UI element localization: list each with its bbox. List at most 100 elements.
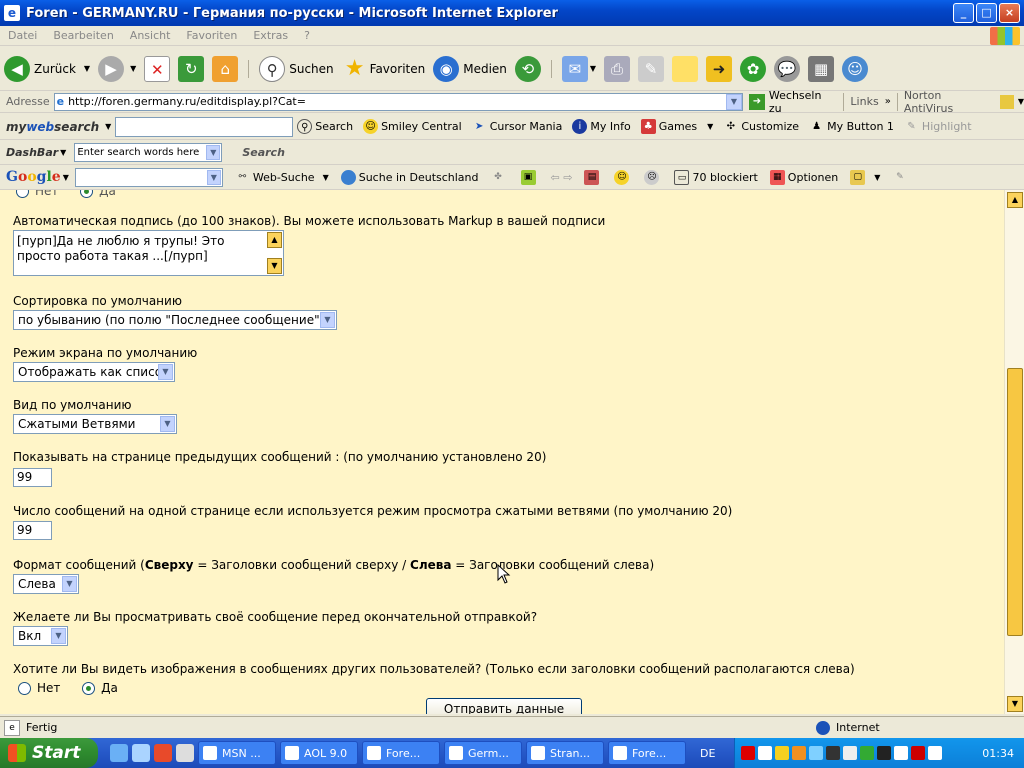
highlight-button[interactable]: ✎ Highlight <box>904 119 971 134</box>
dashbar-dropdown-icon[interactable]: ▼ <box>60 148 66 157</box>
task-msn[interactable]: MSN ... <box>198 741 276 765</box>
frown-icon[interactable]: ☹ <box>644 169 662 185</box>
mws-dropdown-icon[interactable]: ▼ <box>105 122 111 131</box>
games-button[interactable]: ♣ Games ▼ <box>640 119 713 134</box>
tray-icon[interactable] <box>792 746 806 760</box>
stop-icon[interactable]: ✕ <box>144 55 171 82</box>
per-page-input[interactable]: 99 <box>13 521 52 540</box>
task-stran[interactable]: Stran... <box>526 741 604 765</box>
dashbar-search-input[interactable]: Enter search words here ▼ <box>74 142 223 162</box>
tray-icon[interactable] <box>843 746 857 760</box>
games-dropdown-icon[interactable]: ▼ <box>707 122 713 131</box>
print-icon[interactable]: ⎙ <box>604 55 631 82</box>
tray-icon[interactable] <box>809 746 823 760</box>
mws-search-input[interactable] <box>115 116 294 137</box>
images-radio-no[interactable] <box>18 682 31 695</box>
preview-select[interactable]: Вкл ▼ <box>13 626 68 646</box>
top-radio-no[interactable] <box>16 190 29 198</box>
web-search-button[interactable]: ⚯ Web-Suche ▼ <box>235 170 329 185</box>
textarea-scroll-down-icon[interactable]: ▼ <box>267 258 282 274</box>
tray-icon[interactable] <box>877 746 891 760</box>
textarea-scroll-up-icon[interactable]: ▲ <box>267 232 282 248</box>
folder-icon[interactable]: ▢ ▼ <box>850 169 880 185</box>
images-radio-yes[interactable] <box>82 682 96 695</box>
smiley-icon[interactable]: ☺ <box>614 169 632 185</box>
options-button[interactable]: ▦ Optionen <box>769 169 838 185</box>
menu-bearbeiten[interactable]: Bearbeiten <box>45 29 121 42</box>
refresh-icon[interactable]: ↻ <box>178 55 205 82</box>
dashbar-input-dropdown-icon[interactable]: ▼ <box>206 144 221 160</box>
task-foren-2[interactable]: Fore... <box>608 741 686 765</box>
format-select[interactable]: Слева ▼ <box>13 574 79 594</box>
screen-mode-select[interactable]: Отображать как список ▼ <box>13 362 175 382</box>
minimize-button[interactable]: _ <box>953 3 974 23</box>
top-radio-yes[interactable] <box>80 190 94 198</box>
note-icon[interactable] <box>672 55 699 82</box>
popup-blocker-button[interactable]: ▭ 70 blockiert <box>674 169 758 185</box>
signature-textarea[interactable]: [пурп]Да не люблю я трупы! Это просто ра… <box>13 230 284 276</box>
menu-extras[interactable]: Extras <box>245 29 296 42</box>
language-indicator[interactable]: DE <box>700 747 715 760</box>
tray-icon[interactable] <box>826 746 840 760</box>
ati-icon[interactable] <box>911 746 925 760</box>
quicklaunch-icon[interactable] <box>110 744 128 762</box>
links-button[interactable]: Links <box>850 95 878 108</box>
menu-favoriten[interactable]: Favoriten <box>178 29 245 42</box>
germany-search-button[interactable]: Suche in Deutschland <box>340 169 479 185</box>
chevron-icon[interactable]: » <box>885 96 891 107</box>
task-aol[interactable]: AOL 9.0 <box>280 741 358 765</box>
start-button[interactable]: Start <box>0 738 98 768</box>
search-button[interactable]: ⚲ Suchen <box>255 55 337 82</box>
menu-ansicht[interactable]: Ansicht <box>122 29 179 42</box>
menu-help[interactable]: ? <box>296 29 318 42</box>
forward-dropdown-icon[interactable]: ▼ <box>130 64 136 73</box>
back-button[interactable]: ◀ Zurück ▼ <box>0 55 94 82</box>
google-input-dropdown-icon[interactable]: ▼ <box>206 169 221 185</box>
google-search-input[interactable]: ▼ <box>74 167 223 187</box>
history-icon[interactable]: ⟲ <box>514 55 541 82</box>
my-button-1[interactable]: ♟ My Button 1 <box>809 119 894 134</box>
favorites-button[interactable]: ★ Favoriten <box>338 56 430 82</box>
dashbar-search-button[interactable]: Search <box>242 146 285 159</box>
quicklaunch-icon[interactable] <box>132 744 150 762</box>
back-dropdown-icon[interactable]: ▼ <box>84 64 90 73</box>
scroll-up-icon[interactable]: ▲ <box>1007 192 1023 208</box>
arrow-right-icon[interactable]: ➜ <box>706 55 733 82</box>
close-button[interactable]: × <box>999 3 1020 23</box>
submit-button[interactable]: Отправить данные <box>426 698 582 714</box>
address-input[interactable]: e http://foren.germany.ru/editdisplay.pl… <box>53 92 743 111</box>
tray-icon[interactable] <box>860 746 874 760</box>
tray-icon[interactable] <box>775 746 789 760</box>
forward-button[interactable]: ▶ ▼ <box>94 55 140 82</box>
home-icon[interactable]: ⌂ <box>212 55 239 82</box>
mws-search-button[interactable]: ⚲ Search <box>297 119 353 134</box>
customize-button[interactable]: ✣ Customize <box>723 119 799 134</box>
maximize-button[interactable]: □ <box>976 3 997 23</box>
smiley-central-button[interactable]: ☺ Smiley Central <box>363 119 462 134</box>
menu-datei[interactable]: Datei <box>0 29 45 42</box>
page-scrollbar[interactable]: ▲ ▼ <box>1004 190 1024 714</box>
news-icon[interactable]: ▣ <box>520 169 539 185</box>
my-info-button[interactable]: i My Info <box>572 119 631 134</box>
tray-icon[interactable] <box>928 746 942 760</box>
sort-select[interactable]: по убыванию (по полю "Последнее сообщени… <box>13 310 337 330</box>
tray-icon[interactable] <box>741 746 755 760</box>
edit-icon[interactable]: ✎ <box>638 55 665 82</box>
norton-icon[interactable] <box>999 94 1014 109</box>
media-button[interactable]: ◉ Medien <box>429 55 511 82</box>
cursor-mania-button[interactable]: ➤ Cursor Mania <box>472 119 562 134</box>
quicklaunch-icon[interactable] <box>154 744 172 762</box>
bookmark-icon[interactable]: ▤ <box>584 169 602 185</box>
scroll-thumb[interactable] <box>1007 368 1023 636</box>
msn-people-icon[interactable]: ☺ <box>842 55 869 82</box>
go-button[interactable]: ➜ Wechseln zu <box>748 89 837 115</box>
icq-flower-icon[interactable]: ✿ <box>740 55 767 82</box>
nav-arrows-icon[interactable]: ⇦ ⇨ <box>551 171 573 184</box>
google-dropdown-icon[interactable]: ▼ <box>63 173 69 182</box>
norton-antivirus-button[interactable]: Norton AntiVirus <box>904 89 994 115</box>
task-germany[interactable]: Germ... <box>444 741 522 765</box>
tray-icon[interactable] <box>894 746 908 760</box>
pencil-icon[interactable]: ✎ <box>892 170 910 185</box>
view-select[interactable]: Сжатыми Ветвями ▼ <box>13 414 177 434</box>
address-dropdown-icon[interactable]: ▼ <box>725 93 742 110</box>
